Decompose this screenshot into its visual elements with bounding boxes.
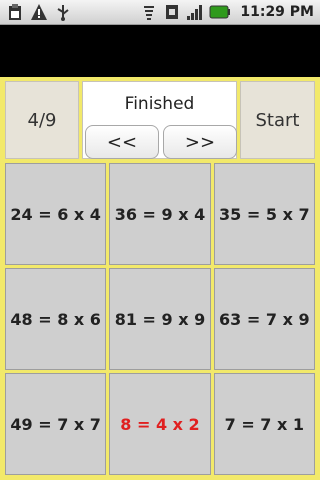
- app-title-bar: [0, 25, 320, 77]
- grid-tile[interactable]: 35 = 5 x 7: [213, 163, 315, 265]
- grid-tile[interactable]: 63 = 7 x 9: [213, 268, 315, 370]
- app-content: 4/9 Finished << >> Start 24 = 6 x 4 36 =…: [0, 77, 320, 480]
- warning-icon: [30, 2, 48, 22]
- grid-tile[interactable]: 81 = 9 x 9: [109, 268, 211, 370]
- grid-tile[interactable]: 48 = 8 x 6: [5, 268, 107, 370]
- usb-icon: [54, 2, 72, 22]
- grid-tile[interactable]: 49 = 7 x 7: [5, 373, 107, 475]
- next-button[interactable]: >>: [163, 125, 237, 159]
- navigation-panel: Finished << >>: [82, 81, 237, 159]
- clipboard-icon: [6, 2, 24, 22]
- previous-button[interactable]: <<: [85, 125, 159, 159]
- grid-tile[interactable]: 7 = 7 x 1: [213, 373, 315, 475]
- sim-icon: [163, 2, 181, 22]
- signal-icon: [186, 2, 204, 22]
- grid-tile[interactable]: 24 = 6 x 4: [5, 163, 107, 265]
- status-bar: 11:29 PM: [0, 0, 320, 25]
- battery-icon: [209, 2, 231, 22]
- control-panel: 4/9 Finished << >> Start: [5, 81, 315, 159]
- grid-tile-incorrect[interactable]: 8 = 4 x 2: [109, 373, 211, 475]
- progress-counter: 4/9: [5, 81, 79, 159]
- answer-grid: 24 = 6 x 4 36 = 9 x 4 35 = 5 x 7 48 = 8 …: [5, 163, 315, 475]
- grid-tile[interactable]: 36 = 9 x 4: [109, 163, 211, 265]
- start-button[interactable]: Start: [240, 81, 315, 159]
- wifi-icon: [140, 2, 158, 22]
- status-label: Finished: [124, 94, 195, 114]
- clock-time: 11:29 PM: [240, 4, 314, 20]
